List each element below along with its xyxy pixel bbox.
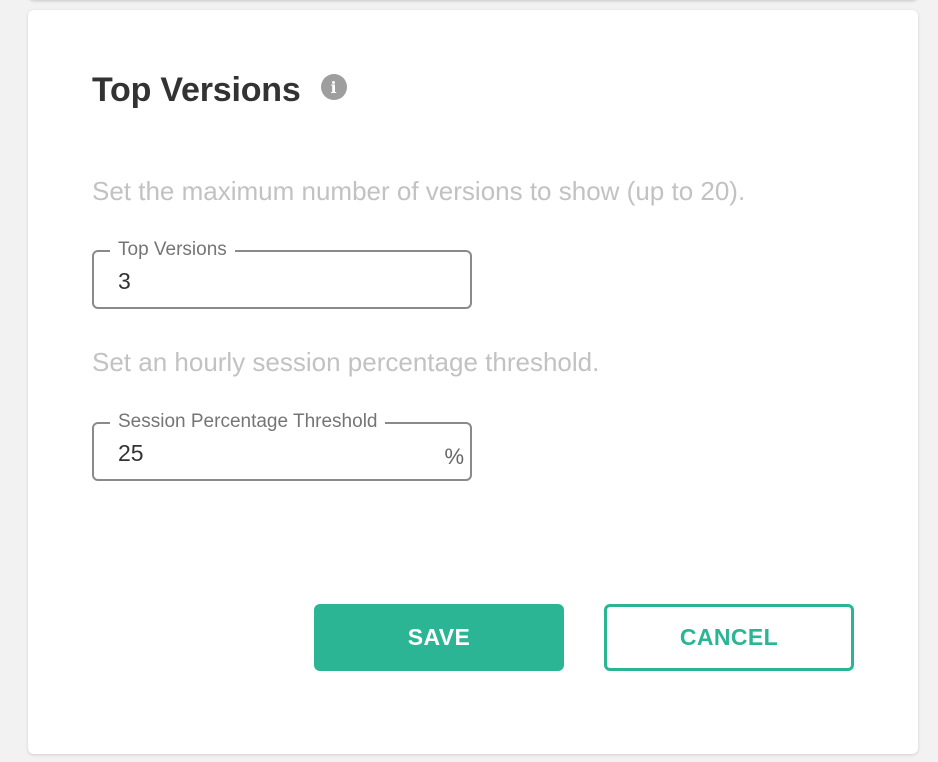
session-threshold-description: Set an hourly session percentage thresho… xyxy=(92,347,600,377)
info-icon[interactable]: i xyxy=(320,74,347,100)
top-versions-card: Top Versions i Set the maximum number of… xyxy=(28,10,918,754)
top-versions-input[interactable]: 3 xyxy=(118,268,131,294)
top-versions-description: Set the maximum number of versions to sh… xyxy=(92,176,746,206)
card-title: Top Versions xyxy=(92,70,301,109)
card-header: Top Versions i xyxy=(92,68,347,112)
save-button[interactable]: SAVE xyxy=(314,604,564,671)
session-threshold-label: Session Percentage Threshold xyxy=(110,411,386,433)
session-threshold-field[interactable]: Session Percentage Threshold 25 % xyxy=(92,411,472,481)
cancel-button[interactable]: CANCEL xyxy=(604,604,854,671)
percent-suffix: % xyxy=(444,444,464,469)
top-versions-field[interactable]: Top Versions 3 xyxy=(92,239,472,309)
session-threshold-input[interactable]: 25 xyxy=(118,440,144,466)
top-versions-label: Top Versions xyxy=(110,239,235,261)
